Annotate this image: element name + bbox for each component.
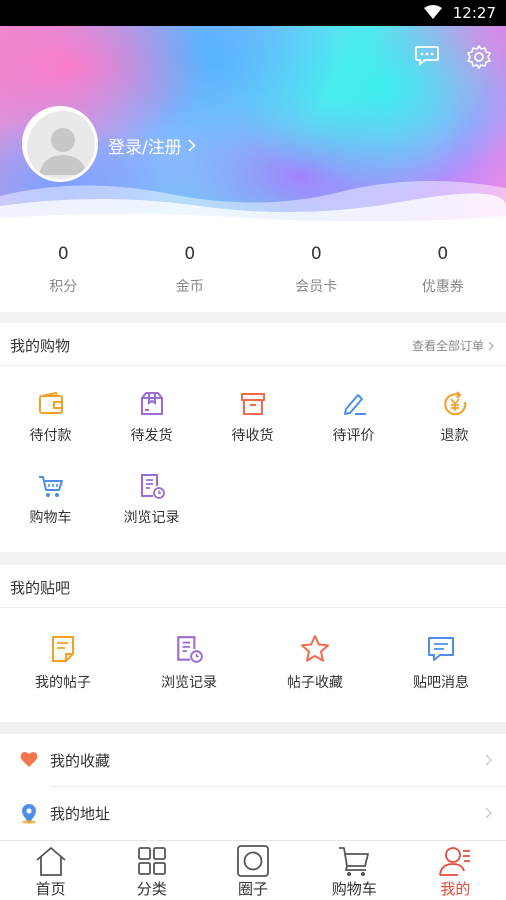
section-header: 我的购物 查看全部订单 [0,323,506,366]
pending-review-item[interactable]: 待评价 [303,366,404,448]
circle-icon [237,845,269,877]
tab-category[interactable]: 分类 [101,841,202,900]
login-register-link[interactable]: 登录/注册 [108,133,196,158]
section-title: 我的贴吧 [10,579,71,597]
post-icon [52,636,74,662]
tab-cart[interactable]: 购物车 [304,841,405,900]
pending-payment-item[interactable]: 待付款 [0,366,101,448]
box-icon [240,393,265,415]
stat-label: 金币 [175,279,204,295]
chevron-right-icon [485,754,492,766]
post-favorites-item[interactable]: 帖子收藏 [252,608,378,720]
grid-item-label: 浏览记录 [123,510,180,526]
location-icon [20,804,38,828]
tab-circle[interactable]: 圈子 [202,841,303,900]
stat-label: 会员卡 [295,279,338,295]
stat-value: 0 [184,244,196,264]
grid-item-label: 购物车 [29,510,72,526]
stat-value: 0 [57,244,69,264]
home-icon [36,846,66,876]
package-icon [140,392,163,415]
section-title: 我的购物 [10,337,71,355]
section-header: 我的贴吧 [0,565,506,608]
cart-icon [339,847,370,876]
user-icon [439,847,471,876]
status-time: 12:27 [452,4,496,22]
heart-icon [20,751,38,772]
status-bar: 12:27 [0,0,506,26]
stat-value: 0 [437,244,449,264]
view-all-label: 查看全部订单 [411,339,484,353]
stat-label: 积分 [49,279,78,295]
pending-shipment-item[interactable]: 待发货 [101,366,202,448]
shopping-grid: 待付款 待发货 待收货 待评价 退款 购物车 浏览记录 [0,366,506,530]
wallet-icon [38,391,63,414]
history-icon [140,474,165,499]
tab-label: 圈子 [238,880,269,898]
account-stats: 0 积分 0 金币 0 会员卡 0 优惠券 [0,226,506,312]
browse-history-item[interactable]: 浏览记录 [101,448,202,530]
stat-member-card[interactable]: 0 会员卡 [253,226,380,312]
tab-mine[interactable]: 我的 [405,841,506,900]
grid-item-label: 退款 [440,428,469,444]
my-posts-item[interactable]: 我的帖子 [0,608,126,720]
forum-grid: 我的帖子 浏览记录 帖子收藏 贴吧消息 [0,608,506,720]
shopping-cart-item[interactable]: 购物车 [0,448,101,530]
list-item-address[interactable]: 我的地址 [0,787,506,840]
grid-item-label: 贴吧消息 [413,675,469,691]
list-item-label: 我的收藏 [50,752,111,770]
stat-coins[interactable]: 0 金币 [127,226,254,312]
grid-item-label: 我的帖子 [35,675,91,691]
grid-item-label: 浏览记录 [161,675,217,691]
chevron-right-icon [488,341,494,350]
cart-icon [38,476,63,497]
grid-item-label: 待付款 [29,428,72,444]
my-forum-section: 我的贴吧 我的帖子 浏览记录 帖子收藏 贴吧消息 [0,565,506,722]
tab-label: 分类 [136,880,167,898]
my-shopping-section: 我的购物 查看全部订单 待付款 待发货 待收货 待评价 退款 购物车 浏览记录 [0,323,506,552]
refund-item[interactable]: 退款 [404,366,505,448]
stat-value: 0 [310,244,322,264]
wifi-icon [424,5,442,23]
grid-item-label: 帖子收藏 [287,675,343,691]
tab-label: 我的 [440,880,471,898]
pen-icon [343,394,366,415]
star-icon [301,635,329,662]
yen-refund-icon [443,391,466,416]
menu-list: 我的收藏 我的地址 [0,734,506,840]
login-label: 登录/注册 [108,138,182,158]
tab-label: 首页 [35,880,66,898]
stat-points[interactable]: 0 积分 [0,226,127,312]
tab-label: 购物车 [331,880,377,898]
forum-history-item[interactable]: 浏览记录 [126,608,252,720]
chevron-right-icon [188,139,196,152]
history-icon [177,636,203,663]
grid-item-label: 待评价 [332,428,375,444]
forum-messages-item[interactable]: 贴吧消息 [378,608,504,720]
stat-coupons[interactable]: 0 优惠券 [380,226,506,312]
view-all-orders-link[interactable]: 查看全部订单 [412,337,494,354]
list-item-favorites[interactable]: 我的收藏 [0,734,506,787]
tab-home[interactable]: 首页 [0,841,101,900]
grid-icon [137,847,166,875]
avatar[interactable] [22,106,98,182]
settings-gear-icon[interactable] [466,44,492,74]
pending-receipt-item[interactable]: 待收货 [202,366,303,448]
list-item-label: 我的地址 [50,805,111,823]
message-icon [428,637,454,661]
message-icon[interactable] [414,44,440,72]
grid-item-label: 待收货 [231,428,274,444]
grid-item-label: 待发货 [130,428,173,444]
bottom-tab-bar: 首页 分类 圈子 购物车 我的 [0,840,506,900]
stat-label: 优惠券 [421,279,464,295]
profile-header: 登录/注册 [0,26,506,226]
chevron-right-icon [485,807,492,819]
